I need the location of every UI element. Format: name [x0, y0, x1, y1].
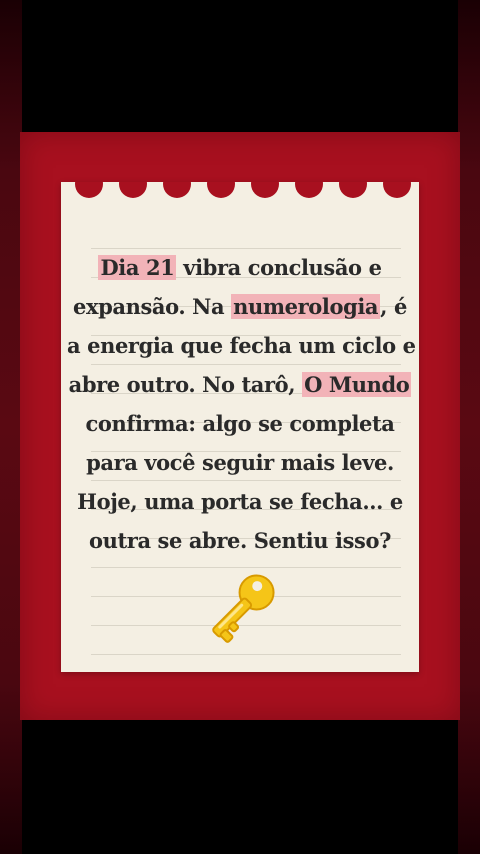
message-line-1: Dia 21 vibra conclusão e [98, 255, 382, 280]
highlight-numerologia: numerologia [231, 294, 381, 319]
right-vignette [458, 0, 480, 854]
message-line-6: para você seguir mais leve. [86, 450, 394, 475]
message-line-5: confirma: algo se completa [85, 411, 395, 436]
key-icon [212, 574, 275, 643]
message-line-7: Hoje, uma porta se fecha… e [77, 489, 403, 514]
message-line-2: expansão. Na numerologia, é [73, 294, 407, 319]
binding-hole [251, 182, 279, 198]
highlight-dia-21: Dia 21 [98, 255, 177, 280]
binding-hole [75, 182, 103, 198]
binding-hole [383, 182, 411, 198]
message-line-3: a energia que fecha um ciclo e [67, 333, 416, 358]
highlight-o-mundo: O Mundo [302, 372, 412, 397]
binding-hole [207, 182, 235, 198]
video-frame: Dia 21 vibra conclusão e expansão. Na nu… [0, 0, 480, 854]
message-text: Dia 21 vibra conclusão e expansão. Na nu… [67, 248, 416, 560]
message-line-8: outra se abre. Sentiu isso? [89, 528, 391, 553]
notepad-sheet: Dia 21 vibra conclusão e expansão. Na nu… [61, 182, 419, 672]
binding-hole [295, 182, 323, 198]
left-vignette [0, 0, 22, 854]
binding-hole [163, 182, 191, 198]
binding-hole [339, 182, 367, 198]
message-line-4: abre outro. No tarô, O Mundo [68, 372, 412, 397]
binding-hole [119, 182, 147, 198]
binding-holes [75, 182, 411, 198]
